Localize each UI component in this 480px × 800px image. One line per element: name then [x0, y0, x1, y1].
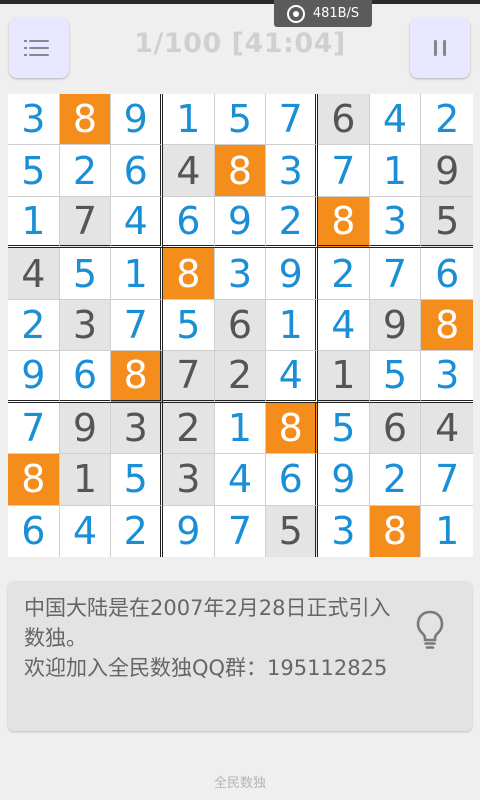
sudoku-cell-r8c2[interactable]: 1 — [59, 454, 112, 506]
hint-line-qq-group: 欢迎加入全民数独QQ群：195112825 — [24, 656, 388, 680]
pause-button[interactable] — [410, 18, 470, 78]
sudoku-cell-r2c8[interactable]: 1 — [369, 145, 422, 197]
sudoku-cell-r7c7[interactable]: 5 — [318, 402, 370, 455]
sudoku-cell-r6c8[interactable]: 5 — [369, 351, 422, 403]
sudoku-cell-r5c6[interactable]: 1 — [266, 299, 318, 352]
sudoku-cell-r3c1[interactable]: 1 — [8, 196, 60, 249]
sudoku-cell-r1c3[interactable]: 9 — [111, 94, 163, 146]
sudoku-cell-r3c7[interactable]: 8 — [318, 196, 370, 249]
sudoku-cell-r5c3[interactable]: 7 — [111, 299, 163, 352]
hint-box: 中国大陆是在2007年2月28日正式引入数独。 欢迎加入全民数独QQ群：1951… — [8, 581, 472, 731]
hint-line-fact: 中国大陆是在2007年2月28日正式引入数独。 — [24, 596, 391, 650]
sudoku-cell-r2c9[interactable]: 9 — [421, 145, 473, 197]
sudoku-cell-r9c5[interactable]: 7 — [214, 505, 267, 557]
sudoku-cell-r9c9[interactable]: 1 — [421, 505, 473, 557]
sudoku-cell-r8c4[interactable]: 3 — [163, 454, 215, 506]
sudoku-cell-r3c5[interactable]: 9 — [214, 196, 267, 249]
sudoku-cell-r1c1[interactable]: 3 — [8, 94, 60, 146]
sudoku-cell-r5c5[interactable]: 6 — [214, 299, 267, 352]
sudoku-cell-r4c8[interactable]: 7 — [369, 248, 422, 300]
sudoku-cell-r7c3[interactable]: 3 — [111, 402, 163, 455]
sudoku-cell-r4c6[interactable]: 9 — [266, 248, 318, 300]
sudoku-cell-r1c7[interactable]: 6 — [318, 94, 370, 146]
sudoku-cell-r6c1[interactable]: 9 — [8, 351, 60, 403]
sudoku-cell-r1c5[interactable]: 5 — [214, 94, 267, 146]
sudoku-cell-r7c5[interactable]: 1 — [214, 402, 267, 455]
sudoku-cell-r6c6[interactable]: 4 — [266, 351, 318, 403]
sudoku-cell-r6c3[interactable]: 8 — [111, 351, 163, 403]
sudoku-cell-r2c6[interactable]: 3 — [266, 145, 318, 197]
sudoku-board: 3891576425264837191746928354518392762375… — [8, 94, 473, 557]
sudoku-cell-r4c5[interactable]: 3 — [214, 248, 267, 300]
sudoku-cell-r9c2[interactable]: 4 — [59, 505, 112, 557]
puzzle-progress-timer: 1/100 [41:04] — [134, 28, 346, 59]
sudoku-cell-r7c4[interactable]: 2 — [163, 402, 215, 455]
sudoku-cell-r9c3[interactable]: 2 — [111, 505, 163, 557]
hotspot-icon — [286, 4, 305, 23]
sudoku-cell-r9c4[interactable]: 9 — [163, 505, 215, 557]
sudoku-cell-r8c3[interactable]: 5 — [111, 454, 163, 506]
sudoku-cell-r5c2[interactable]: 3 — [59, 299, 112, 352]
sudoku-cell-r2c2[interactable]: 2 — [59, 145, 112, 197]
status-bar — [0, 0, 480, 4]
sudoku-cell-r7c8[interactable]: 6 — [369, 402, 422, 455]
footer-app-name: 全民数独 — [213, 776, 266, 791]
sudoku-cell-r6c4[interactable]: 7 — [163, 351, 215, 403]
pause-icon — [434, 40, 446, 56]
sudoku-cell-r5c4[interactable]: 5 — [163, 299, 215, 352]
sudoku-cell-r7c1[interactable]: 7 — [8, 402, 60, 455]
sudoku-cell-r7c6[interactable]: 8 — [266, 402, 318, 455]
hint-text: 中国大陆是在2007年2月28日正式引入数独。 欢迎加入全民数独QQ群：1951… — [24, 593, 394, 683]
sudoku-cell-r4c2[interactable]: 5 — [59, 248, 112, 300]
sudoku-cell-r8c8[interactable]: 2 — [369, 454, 422, 506]
sudoku-cell-r5c7[interactable]: 4 — [318, 299, 370, 352]
sudoku-cell-r5c8[interactable]: 9 — [369, 299, 422, 352]
sudoku-cell-r1c4[interactable]: 1 — [163, 94, 215, 146]
sudoku-cell-r2c1[interactable]: 5 — [8, 145, 60, 197]
sudoku-cell-r6c9[interactable]: 3 — [421, 351, 473, 403]
sudoku-cell-r8c1[interactable]: 8 — [8, 454, 60, 506]
sudoku-cell-r7c9[interactable]: 4 — [421, 402, 473, 455]
sudoku-cell-r9c7[interactable]: 3 — [318, 505, 370, 557]
sudoku-cell-r3c2[interactable]: 7 — [59, 196, 112, 249]
sudoku-cell-r2c7[interactable]: 7 — [318, 145, 370, 197]
sudoku-cell-r4c9[interactable]: 6 — [421, 248, 473, 300]
sudoku-cell-r5c9[interactable]: 8 — [421, 299, 473, 352]
sudoku-cell-r4c7[interactable]: 2 — [318, 248, 370, 300]
sudoku-cell-r1c2[interactable]: 8 — [59, 94, 112, 146]
sudoku-cell-r3c8[interactable]: 3 — [369, 196, 422, 249]
sudoku-cell-r7c2[interactable]: 9 — [59, 402, 112, 455]
sudoku-cell-r4c3[interactable]: 1 — [111, 248, 163, 300]
sudoku-cell-r5c1[interactable]: 2 — [8, 299, 60, 352]
sudoku-cell-r6c2[interactable]: 6 — [59, 351, 112, 403]
sudoku-cell-r3c3[interactable]: 4 — [111, 196, 163, 249]
sudoku-cell-r9c8[interactable]: 8 — [369, 505, 422, 557]
network-speed-badge: 481B/S — [274, 0, 372, 27]
menu-icon — [24, 40, 49, 56]
sudoku-cell-r4c1[interactable]: 4 — [8, 248, 60, 300]
sudoku-cell-r2c5[interactable]: 8 — [214, 145, 267, 197]
sudoku-cell-r9c6[interactable]: 5 — [266, 505, 318, 557]
menu-button[interactable] — [9, 18, 69, 78]
sudoku-cell-r8c5[interactable]: 4 — [214, 454, 267, 506]
sudoku-cell-r1c9[interactable]: 2 — [421, 94, 473, 146]
sudoku-cell-r4c4[interactable]: 8 — [163, 248, 215, 300]
lightbulb-icon[interactable] — [412, 607, 448, 651]
sudoku-cell-r3c9[interactable]: 5 — [421, 196, 473, 249]
sudoku-cell-r8c9[interactable]: 7 — [421, 454, 473, 506]
sudoku-cell-r2c4[interactable]: 4 — [163, 145, 215, 197]
sudoku-cell-r1c8[interactable]: 4 — [369, 94, 422, 146]
sudoku-cell-r2c3[interactable]: 6 — [111, 145, 163, 197]
sudoku-cell-r3c4[interactable]: 6 — [163, 196, 215, 249]
sudoku-cell-r1c6[interactable]: 7 — [266, 94, 318, 146]
sudoku-cell-r8c7[interactable]: 9 — [318, 454, 370, 506]
sudoku-cell-r6c5[interactable]: 2 — [214, 351, 267, 403]
sudoku-cell-r9c1[interactable]: 6 — [8, 505, 60, 557]
network-speed-text: 481B/S — [312, 6, 360, 21]
sudoku-cell-r3c6[interactable]: 2 — [266, 196, 318, 249]
sudoku-cell-r8c6[interactable]: 6 — [266, 454, 318, 506]
sudoku-cell-r6c7[interactable]: 1 — [318, 351, 370, 403]
